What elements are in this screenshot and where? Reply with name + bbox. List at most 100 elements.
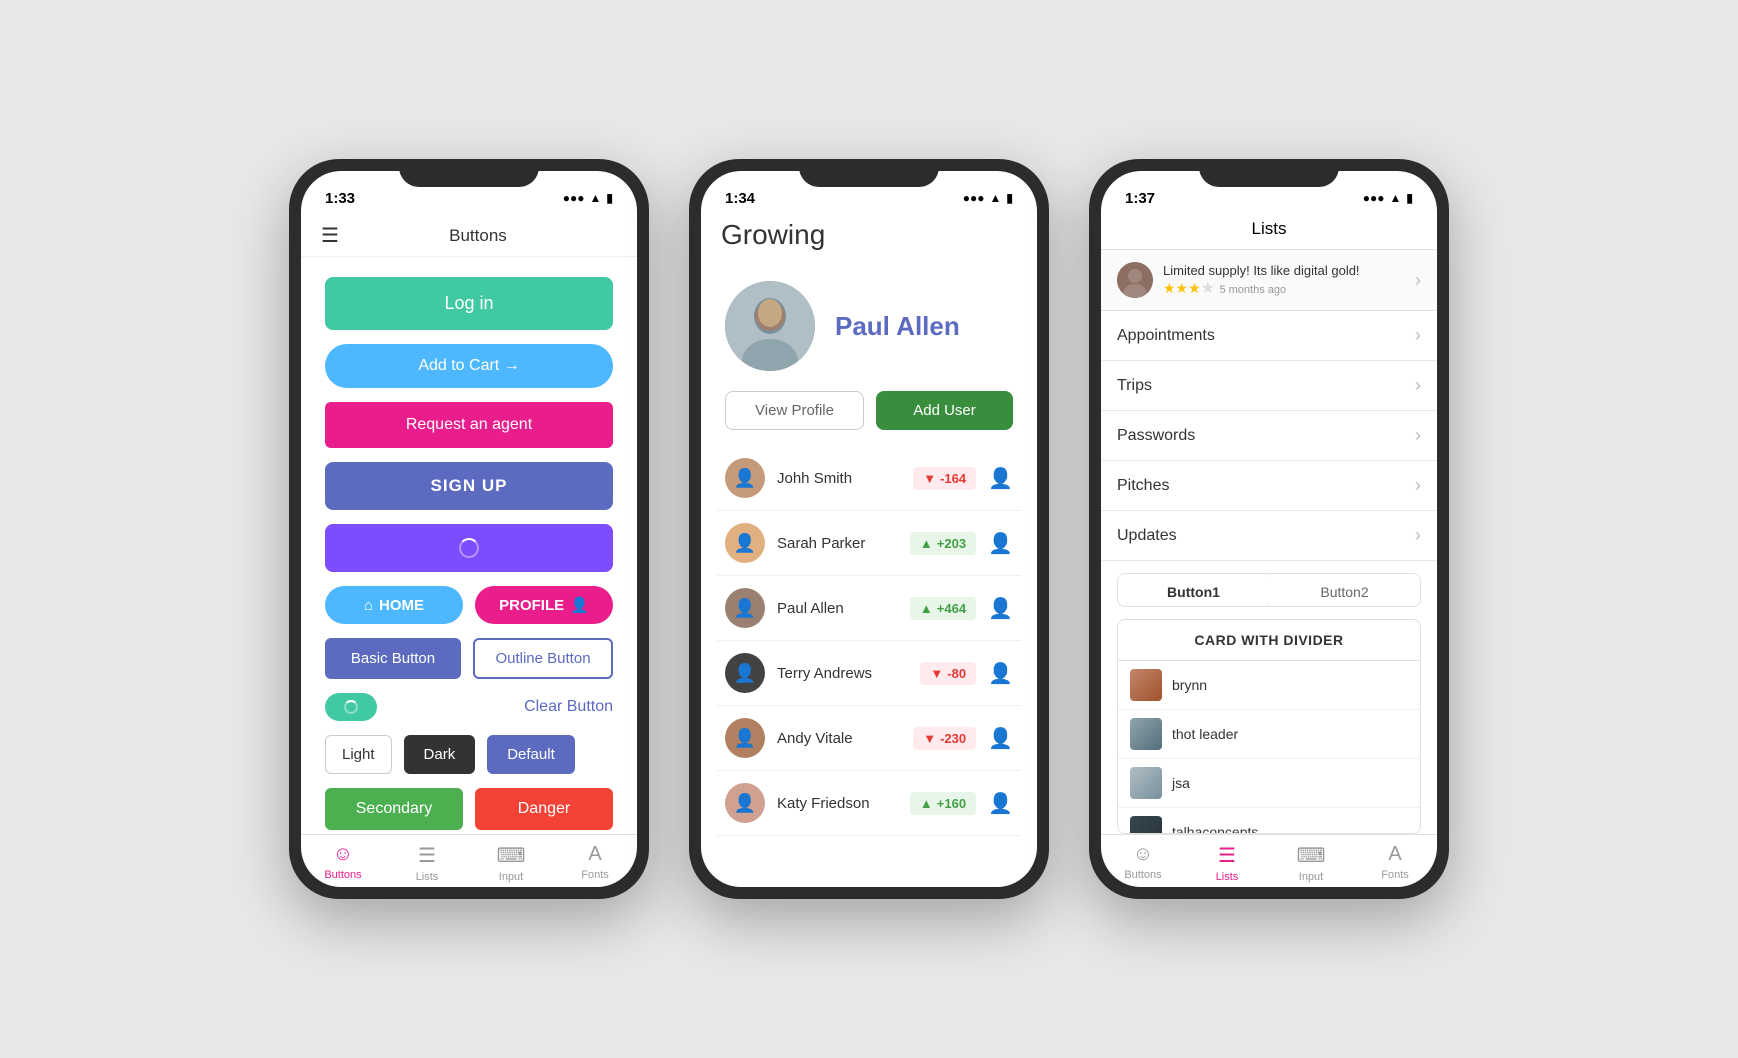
secondary-button[interactable]: Secondary bbox=[325, 788, 463, 830]
phone1-content: ☰ Buttons Log in Add to Cart → Request a… bbox=[301, 215, 637, 887]
user-row: 👤 Terry Andrews ▼-80 👤 bbox=[717, 641, 1021, 706]
user-action-icon-katy[interactable]: 👤 bbox=[988, 791, 1013, 816]
status-time-3: 1:37 bbox=[1125, 190, 1155, 207]
user-action-icon-johh[interactable]: 👤 bbox=[988, 466, 1013, 491]
card-name-talha: talhaconcepts bbox=[1172, 824, 1258, 834]
pitches-chevron: › bbox=[1415, 475, 1421, 496]
lists-title: Lists bbox=[1252, 219, 1287, 238]
updates-chevron: › bbox=[1415, 525, 1421, 546]
card-name-brynn: brynn bbox=[1172, 677, 1207, 693]
list-item-trips[interactable]: Trips › bbox=[1101, 361, 1437, 411]
phone-screen-1: 1:33 ●●● ▲ ▮ ☰ Buttons Log in Add to Car… bbox=[301, 171, 637, 887]
user-row: 👤 Paul Allen ▲+464 👤 bbox=[717, 576, 1021, 641]
appointments-chevron: › bbox=[1415, 325, 1421, 346]
profile-button[interactable]: PROFILE 👤 bbox=[475, 586, 613, 624]
danger-button[interactable]: Danger bbox=[475, 788, 613, 830]
tab3-fonts[interactable]: A Fonts bbox=[1353, 843, 1437, 883]
outline-button[interactable]: Outline Button bbox=[473, 638, 613, 679]
trips-chevron: › bbox=[1415, 375, 1421, 396]
review-banner[interactable]: Limited supply! Its like digital gold! ★… bbox=[1101, 250, 1437, 311]
user-avatar-johh: 👤 bbox=[725, 458, 765, 498]
loading-spinner bbox=[459, 538, 479, 558]
user-action-icon-sarah[interactable]: 👤 bbox=[988, 531, 1013, 556]
clear-button[interactable]: Clear Button bbox=[393, 698, 613, 716]
toggle-switch[interactable] bbox=[325, 693, 377, 721]
status-time-1: 1:33 bbox=[325, 190, 355, 207]
list-item-pitches[interactable]: Pitches › bbox=[1101, 461, 1437, 511]
phone-lists: 1:37 ●●● ▲ ▮ Lists bbox=[1089, 159, 1449, 899]
user-name-andy: Andy Vitale bbox=[777, 730, 901, 747]
toggle-spinner bbox=[344, 700, 358, 714]
battery-icon: ▮ bbox=[606, 191, 613, 205]
list-item-updates[interactable]: Updates › bbox=[1101, 511, 1437, 561]
request-agent-button[interactable]: Request an agent bbox=[325, 402, 613, 448]
dark-button[interactable]: Dark bbox=[404, 735, 476, 774]
seg-button1[interactable]: Button1 bbox=[1118, 574, 1269, 606]
user-avatar-sarah: 👤 bbox=[725, 523, 765, 563]
basic-button[interactable]: Basic Button bbox=[325, 638, 461, 679]
hamburger-icon[interactable]: ☰ bbox=[321, 223, 339, 248]
add-to-cart-button[interactable]: Add to Cart → bbox=[325, 344, 613, 388]
login-button[interactable]: Log in bbox=[325, 277, 613, 330]
review-title: Limited supply! Its like digital gold! bbox=[1163, 263, 1405, 278]
toggle-clear-row: Clear Button bbox=[325, 693, 613, 721]
loading-button[interactable] bbox=[325, 524, 613, 572]
card-item-talhaconcepts: talhaconcepts bbox=[1118, 808, 1420, 834]
tab-lists[interactable]: ☰ Lists bbox=[385, 843, 469, 883]
score-terry: ▼-80 bbox=[920, 662, 976, 685]
phone-growing: 1:34 ●●● ▲ ▮ Growing bbox=[689, 159, 1049, 899]
user-avatar-andy: 👤 bbox=[725, 718, 765, 758]
stars: ★★★ bbox=[1163, 280, 1201, 296]
card-avatar-jsa bbox=[1130, 767, 1162, 799]
signal-icon-2: ●●● bbox=[963, 191, 985, 205]
list-item-appointments[interactable]: Appointments › bbox=[1101, 311, 1437, 361]
trips-label: Trips bbox=[1117, 377, 1415, 395]
phone-notch-2 bbox=[799, 159, 939, 187]
light-dark-row: Light Dark Default bbox=[325, 735, 613, 774]
profile-avatar bbox=[725, 281, 815, 371]
signup-button[interactable]: SIGN UP bbox=[325, 462, 613, 510]
user-action-icon-andy[interactable]: 👤 bbox=[988, 726, 1013, 751]
tab3-input[interactable]: ⌨ Input bbox=[1269, 843, 1353, 883]
review-chevron: › bbox=[1415, 270, 1421, 291]
score-paul: ▲+464 bbox=[910, 597, 976, 620]
score-sarah: ▲+203 bbox=[910, 532, 976, 555]
wifi-icon-3: ▲ bbox=[1390, 191, 1402, 205]
battery-icon-2: ▮ bbox=[1006, 191, 1013, 205]
user-name-paul: Paul Allen bbox=[777, 600, 898, 617]
tab-fonts-icon: A bbox=[588, 843, 601, 866]
user-name-johh: Johh Smith bbox=[777, 470, 901, 487]
light-button[interactable]: Light bbox=[325, 735, 392, 774]
status-time-2: 1:34 bbox=[725, 190, 755, 207]
card-with-divider: CARD WITH DIVIDER brynn thot leader bbox=[1117, 619, 1421, 834]
home-button[interactable]: ⌂ HOME bbox=[325, 586, 463, 624]
updates-label: Updates bbox=[1117, 527, 1415, 545]
phone3-content: Lists Limited supply! Its like digital g… bbox=[1101, 215, 1437, 887]
passwords-label: Passwords bbox=[1117, 427, 1415, 445]
tab-input[interactable]: ⌨ Input bbox=[469, 843, 553, 883]
user-name-terry: Terry Andrews bbox=[777, 665, 908, 682]
user-action-icon-paul[interactable]: 👤 bbox=[988, 596, 1013, 621]
card-item-brynn: brynn bbox=[1118, 661, 1420, 710]
tab3-buttons[interactable]: ☺ Buttons bbox=[1101, 843, 1185, 883]
tab-buttons[interactable]: ☺ Buttons bbox=[301, 843, 385, 883]
profile-actions: View Profile Add User bbox=[701, 391, 1037, 446]
tab-fonts[interactable]: A Fonts bbox=[553, 843, 637, 883]
user-row: 👤 Katy Friedson ▲+160 👤 bbox=[717, 771, 1021, 836]
tab-bar-1: ☺ Buttons ☰ Lists ⌨ Input A Fonts bbox=[301, 834, 637, 887]
reviewer-avatar bbox=[1117, 262, 1153, 298]
user-action-icon-terry[interactable]: 👤 bbox=[988, 661, 1013, 686]
tab3-lists[interactable]: ☰ Lists bbox=[1185, 843, 1269, 883]
status-icons-2: ●●● ▲ ▮ bbox=[963, 191, 1013, 205]
default-button[interactable]: Default bbox=[487, 735, 575, 774]
signal-icon-3: ●●● bbox=[1363, 191, 1385, 205]
user-list: 👤 Johh Smith ▼-164 👤 👤 Sarah Parker bbox=[701, 446, 1037, 887]
phone2-content: Growing P bbox=[701, 215, 1037, 887]
avatar-image bbox=[725, 281, 815, 371]
list-item-passwords[interactable]: Passwords › bbox=[1101, 411, 1437, 461]
view-profile-button[interactable]: View Profile bbox=[725, 391, 864, 430]
add-user-button[interactable]: Add User bbox=[876, 391, 1013, 430]
card-avatar-brynn bbox=[1130, 669, 1162, 701]
seg-button2[interactable]: Button2 bbox=[1269, 574, 1420, 606]
review-text: Limited supply! Its like digital gold! ★… bbox=[1163, 263, 1405, 298]
